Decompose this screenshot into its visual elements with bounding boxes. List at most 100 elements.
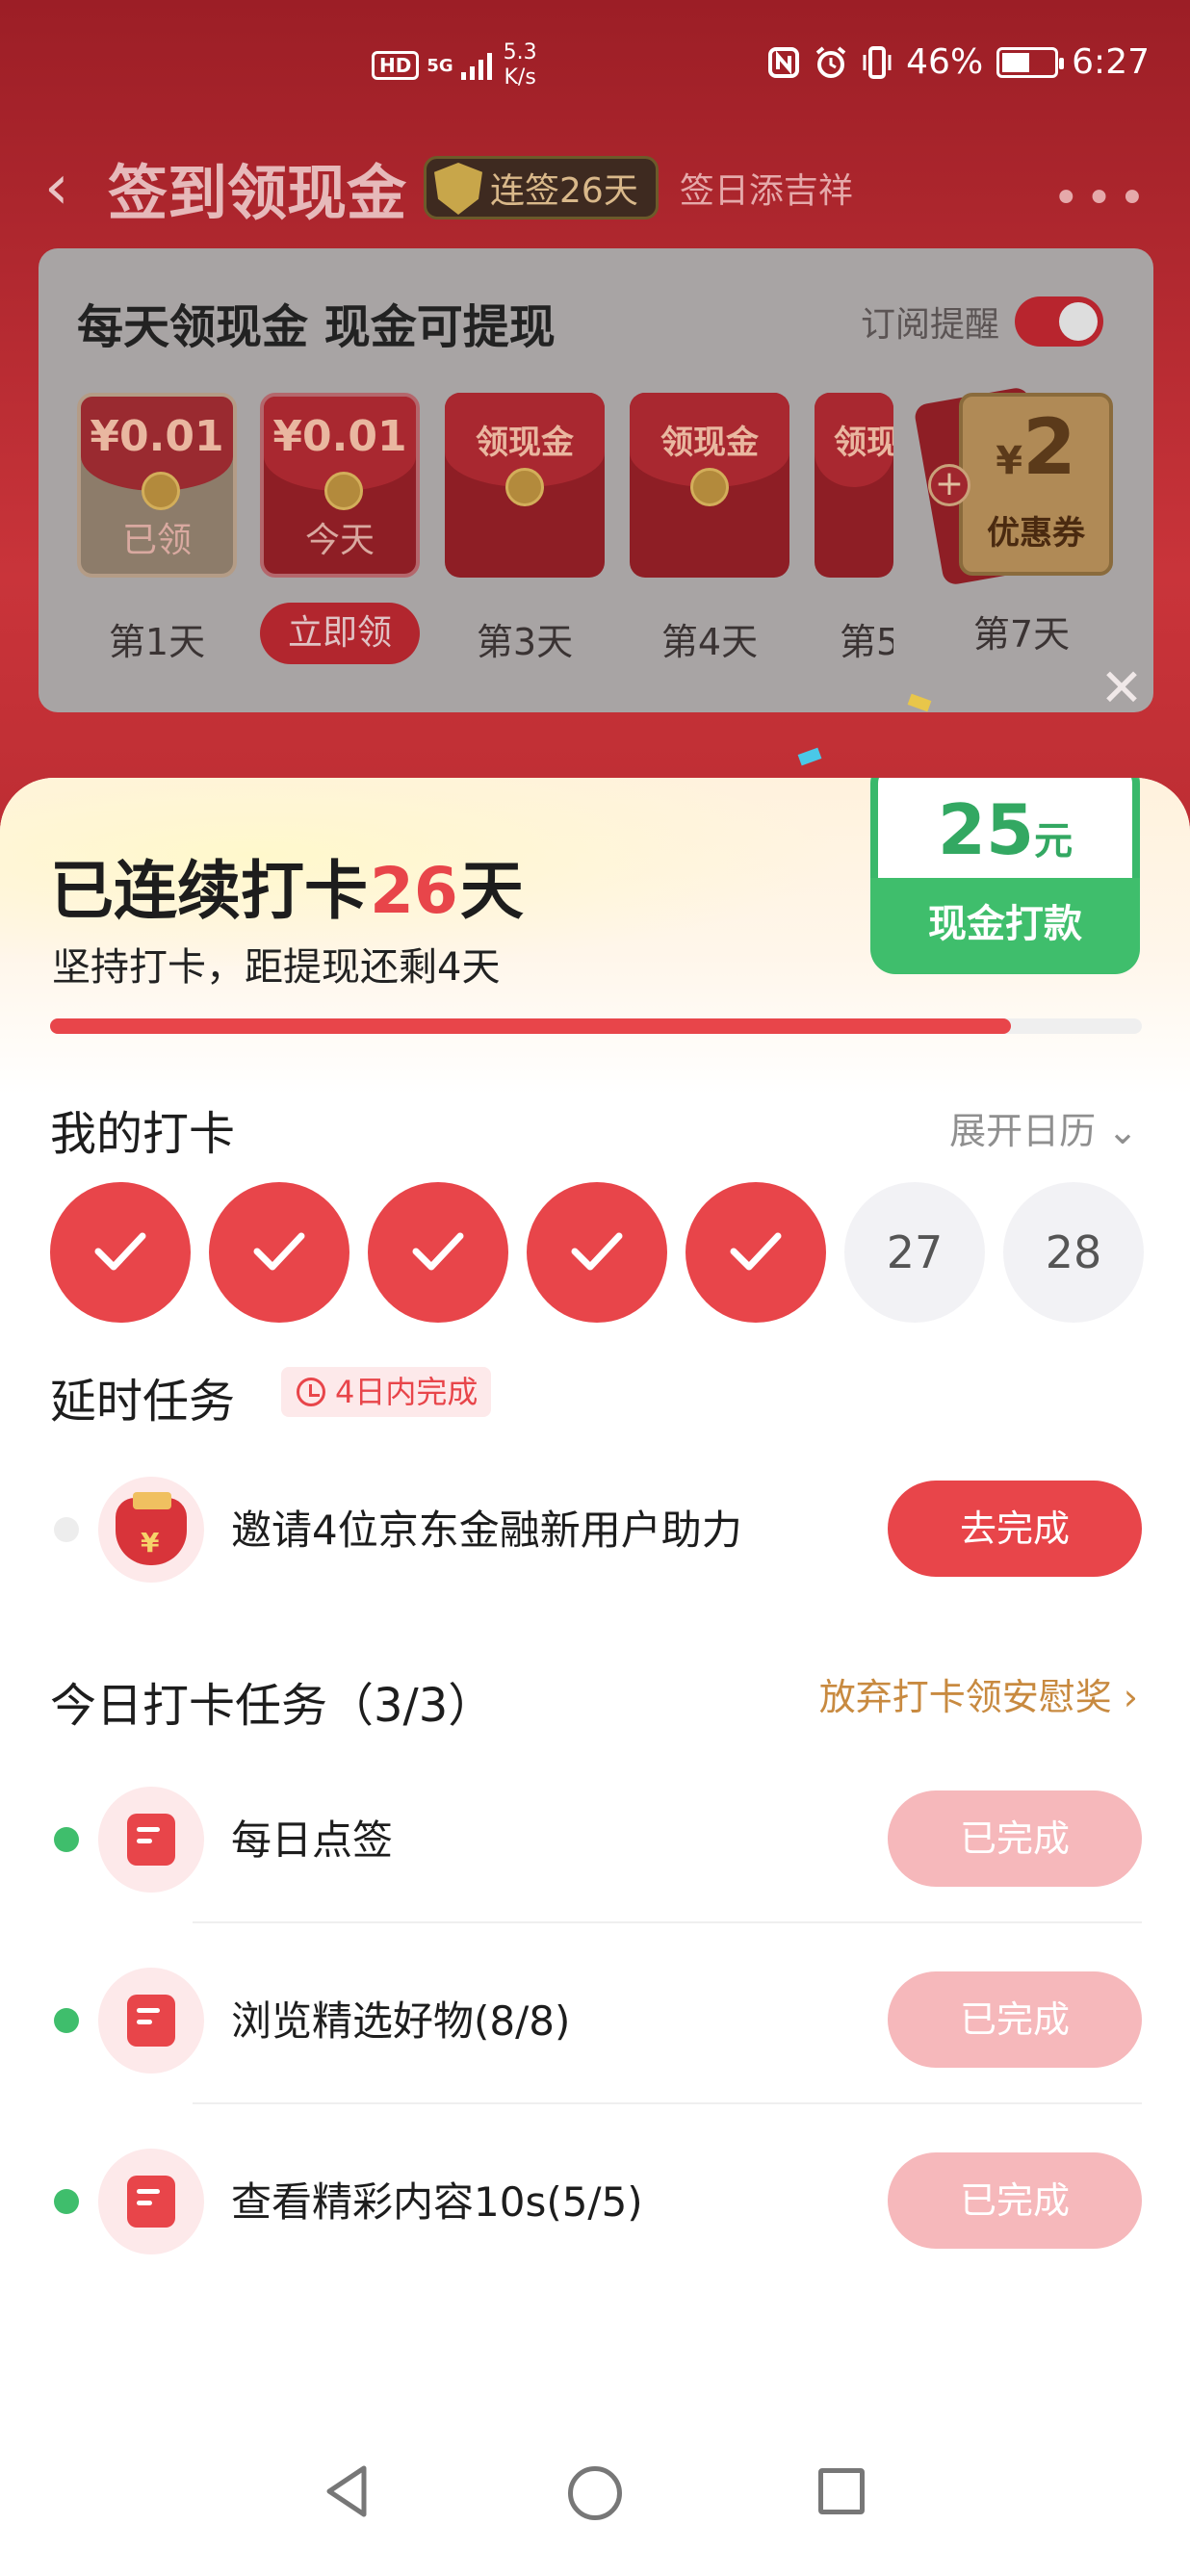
coin-icon <box>690 468 729 506</box>
shield-icon <box>434 163 483 215</box>
check-icon <box>412 1232 464 1271</box>
check-icon <box>94 1232 146 1271</box>
network-type: 5G <box>427 55 453 76</box>
signal-icon <box>460 53 492 80</box>
checkin-sheet: 已连续打卡 26 天 坚持打卡，距提现还剩4天 25元 现金打款 我的打卡 展开… <box>0 778 1190 2576</box>
coupon-amount: ¥2 <box>996 402 1076 492</box>
back-triangle-icon[interactable] <box>323 2464 370 2518</box>
checkin-day-done <box>686 1182 826 1323</box>
coupon-day-7[interactable]: ¥2 优惠券 + <box>913 383 1113 586</box>
streak-progress-bar <box>50 1018 1142 1034</box>
reward-amount: 25元 <box>937 789 1074 870</box>
plus-icon: + <box>928 464 970 506</box>
coin-icon <box>142 472 180 510</box>
give-up-link[interactable]: 放弃打卡领安慰奖 › <box>819 1667 1138 1720</box>
day-label: 第5 <box>840 621 893 663</box>
envelope-day-2[interactable]: ¥0.01 今天 <box>260 393 420 578</box>
hd-icon: HD <box>372 51 420 80</box>
network-status: HD 5G 5.3 K/s <box>372 40 537 90</box>
checkin-day-done <box>209 1182 349 1323</box>
checkin-days: 27 28 <box>50 1182 1144 1323</box>
document-icon <box>98 2149 204 2254</box>
envelope-day-5[interactable]: 领现 <box>815 393 893 578</box>
envelope-day-4[interactable]: 领现金 <box>630 393 789 578</box>
system-nav-bar <box>0 2464 1190 2576</box>
red-envelope-bag-icon <box>98 1477 204 1583</box>
cash-reward-card[interactable]: 25元 现金打款 <box>870 778 1140 990</box>
my-checkin-title: 我的打卡 <box>50 1107 236 1161</box>
completed-button[interactable]: 已完成 <box>888 1790 1142 1887</box>
back-icon[interactable]: ‹ <box>44 157 102 219</box>
envelope-amount: 领现金 <box>660 424 759 462</box>
checkin-day-done <box>50 1182 191 1323</box>
coin-icon <box>324 472 363 510</box>
checkin-day-done <box>368 1182 508 1323</box>
clock-icon <box>297 1378 325 1406</box>
check-icon <box>730 1232 782 1271</box>
day-label: 第7天 <box>972 613 1071 656</box>
close-icon[interactable]: ✕ <box>1098 662 1146 714</box>
more-icon[interactable]: ••• <box>1052 171 1151 225</box>
status-dot <box>54 2008 79 2033</box>
status-dot <box>54 1827 79 1852</box>
battery-percent: 46% <box>906 42 984 82</box>
today-tasks-title: 今日打卡任务（3/3） <box>50 1679 495 1733</box>
envelope-amount: ¥0.01 <box>90 412 224 461</box>
check-icon <box>253 1232 305 1271</box>
clipboard-check-icon <box>98 1787 204 1893</box>
envelope-status: 已领 <box>121 521 192 560</box>
check-icon <box>571 1232 623 1271</box>
completed-button[interactable]: 已完成 <box>888 2152 1142 2249</box>
vibrate-icon <box>863 45 892 79</box>
go-complete-button[interactable]: 去完成 <box>888 1481 1142 1577</box>
clock: 6:27 <box>1072 42 1150 82</box>
alarm-icon <box>815 45 846 78</box>
task-label: 查看精彩内容10s(5/5) <box>231 2178 643 2226</box>
subscribe-toggle[interactable] <box>1015 296 1103 347</box>
claim-now-button[interactable]: 立即领 <box>260 603 420 664</box>
day-label: 第3天 <box>476 621 574 663</box>
task-label: 每日点签 <box>231 1816 394 1864</box>
streak-badge[interactable]: 连签26天 <box>424 156 659 219</box>
subscribe-reminder-label: 订阅提醒 <box>860 305 999 345</box>
status-bar: HD 5G 5.3 K/s 46% 6:27 <box>0 0 1190 135</box>
task-label: 浏览精选好物(8/8) <box>231 1997 571 2045</box>
battery-icon <box>996 46 1065 78</box>
envelope-day-3[interactable]: 领现金 <box>445 393 605 578</box>
envelope-status: 今天 <box>304 521 375 560</box>
checkin-day-done <box>527 1182 667 1323</box>
task-view-content: 查看精彩内容10s(5/5) 已完成 <box>0 2124 1190 2268</box>
home-circle-icon[interactable] <box>568 2466 622 2520</box>
checkin-day-pending: 28 <box>1003 1182 1144 1323</box>
card-title: 每天领现金 现金可提现 <box>77 300 556 354</box>
envelope-day-1[interactable]: ¥0.01 已领 <box>77 393 237 578</box>
expand-calendar-button[interactable]: 展开日历 ⌄ <box>949 1101 1138 1154</box>
streak-headline: 已连续打卡 26 天 <box>50 854 524 928</box>
completed-button[interactable]: 已完成 <box>888 1971 1142 2068</box>
coupon-label: 优惠券 <box>987 514 1085 553</box>
recents-square-icon[interactable] <box>818 2468 865 2514</box>
checkin-day-pending: 27 <box>844 1182 985 1323</box>
reward-label: 现金打款 <box>870 878 1140 974</box>
streak-badge-label: 连签26天 <box>490 171 638 211</box>
task-browse-goods: 浏览精选好物(8/8) 已完成 <box>0 1943 1190 2104</box>
nav-subtitle: 签日添吉祥 <box>679 171 853 211</box>
day-label: 第1天 <box>108 621 206 663</box>
remaining-days-text: 坚持打卡，距提现还剩4天 <box>52 945 501 990</box>
network-speed: 5.3 K/s <box>503 40 537 90</box>
page-title: 签到领现金 <box>108 158 407 228</box>
delay-task-title: 延时任务 <box>50 1375 236 1429</box>
task-label: 邀请4位京东金融新用户助力 <box>231 1507 742 1554</box>
envelope-amount: 领现金 <box>476 424 574 462</box>
subscribe-reminder: 订阅提醒 <box>861 296 1103 347</box>
nfc-icon <box>768 46 800 78</box>
invite-task: 邀请4位京东金融新用户助力 去完成 <box>0 1452 1190 1596</box>
coin-icon <box>505 468 544 506</box>
day-label: 第4天 <box>660 621 759 663</box>
deadline-badge: 4日内完成 <box>281 1367 492 1417</box>
status-dot <box>54 1517 79 1542</box>
status-dot <box>54 2189 79 2214</box>
top-nav: ‹ 签到领现金 连签26天 签日添吉祥 ••• <box>0 135 1190 241</box>
envelope-amount: ¥0.01 <box>272 412 407 461</box>
system-icons: 46% 6:27 <box>767 42 1150 82</box>
